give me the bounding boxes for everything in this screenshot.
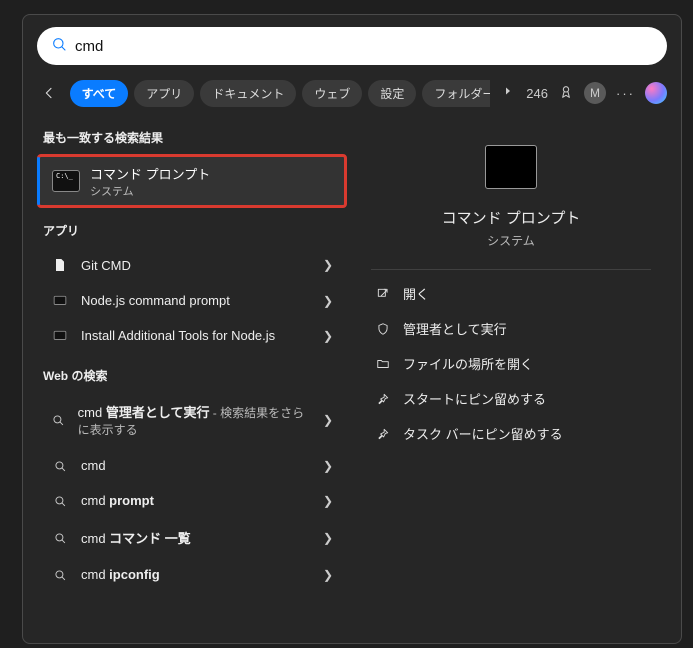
tab-overflow-next[interactable] xyxy=(498,84,518,102)
back-button[interactable] xyxy=(37,79,62,107)
copilot-icon[interactable] xyxy=(645,82,667,104)
action-label: ファイルの場所を開く xyxy=(403,354,533,373)
divider xyxy=(371,269,651,270)
web-label: cmd コマンド 一覧 xyxy=(81,528,191,547)
search-bar[interactable] xyxy=(37,27,667,65)
web-header: Web の検索 xyxy=(43,367,347,384)
chevron-right-icon: ❯ xyxy=(323,568,333,582)
best-match-title: コマンド プロンプト xyxy=(90,164,210,183)
pin-icon xyxy=(375,427,391,441)
app-label: Node.js command prompt xyxy=(81,293,230,308)
search-icon xyxy=(51,568,69,582)
apps-header: アプリ xyxy=(43,222,347,239)
open-icon xyxy=(375,287,391,301)
search-icon xyxy=(51,531,69,545)
chevron-right-icon: ❯ xyxy=(323,258,333,272)
tab-apps[interactable]: アプリ xyxy=(134,80,194,107)
web-item[interactable]: cmd 管理者として実行 - 検索結果をさらに表示する ❯ xyxy=(37,392,347,448)
best-match-subtitle: システム xyxy=(90,183,210,199)
preview-app-icon xyxy=(485,145,537,189)
action-run-admin[interactable]: 管理者として実行 xyxy=(371,311,651,346)
action-label: 管理者として実行 xyxy=(403,319,507,338)
chevron-right-icon: ❯ xyxy=(323,413,333,427)
best-match-item[interactable]: C:\_ コマンド プロンプト システム xyxy=(37,154,347,208)
filter-toolbar: すべて アプリ ドキュメント ウェブ 設定 フォルダー 写 246 M ··· xyxy=(37,79,667,107)
search-icon xyxy=(51,413,66,427)
web-item[interactable]: cmd ipconfig ❯ xyxy=(37,557,347,592)
action-open[interactable]: 開く xyxy=(371,276,651,311)
web-item[interactable]: cmd prompt ❯ xyxy=(37,483,347,518)
action-open-location[interactable]: ファイルの場所を開く xyxy=(371,346,651,381)
web-label: cmd 管理者として実行 - 検索結果をさらに表示する xyxy=(78,402,311,438)
chevron-right-icon: ❯ xyxy=(323,459,333,473)
search-icon xyxy=(51,459,69,473)
terminal-icon xyxy=(51,329,69,343)
search-icon xyxy=(51,36,67,57)
action-label: スタートにピン留めする xyxy=(403,389,546,408)
cmd-prompt-icon: C:\_ xyxy=(52,170,80,192)
terminal-icon xyxy=(51,294,69,308)
web-item[interactable]: cmd ❯ xyxy=(37,448,347,483)
action-label: タスク バーにピン留めする xyxy=(403,424,563,443)
web-item[interactable]: cmd コマンド 一覧 ❯ xyxy=(37,518,347,557)
points-count: 246 xyxy=(526,86,548,101)
web-label: cmd xyxy=(81,458,106,473)
action-pin-taskbar[interactable]: タスク バーにピン留めする xyxy=(371,416,651,451)
app-label: Install Additional Tools for Node.js xyxy=(81,328,275,343)
web-label: cmd prompt xyxy=(81,493,154,508)
tab-web[interactable]: ウェブ xyxy=(302,80,362,107)
app-item-git-cmd[interactable]: Git CMD ❯ xyxy=(37,247,347,283)
more-icon[interactable]: ··· xyxy=(616,86,635,101)
app-item-node-prompt[interactable]: Node.js command prompt ❯ xyxy=(37,283,347,318)
folder-icon xyxy=(375,357,391,371)
tab-settings[interactable]: 設定 xyxy=(368,80,416,107)
preview-subtitle: システム xyxy=(371,232,651,249)
app-label: Git CMD xyxy=(81,258,131,273)
app-item-node-tools[interactable]: Install Additional Tools for Node.js ❯ xyxy=(37,318,347,353)
account-avatar[interactable]: M xyxy=(584,82,606,104)
chevron-right-icon: ❯ xyxy=(323,494,333,508)
action-label: 開く xyxy=(403,284,429,303)
search-input[interactable] xyxy=(75,38,653,55)
rewards-icon[interactable] xyxy=(558,84,574,103)
chevron-right-icon: ❯ xyxy=(323,294,333,308)
best-match-header: 最も一致する検索結果 xyxy=(43,129,347,146)
search-icon xyxy=(51,494,69,508)
tab-documents[interactable]: ドキュメント xyxy=(200,80,296,107)
action-pin-start[interactable]: スタートにピン留めする xyxy=(371,381,651,416)
tab-all[interactable]: すべて xyxy=(70,80,129,107)
chevron-right-icon: ❯ xyxy=(323,329,333,343)
shield-icon xyxy=(375,322,391,336)
chevron-right-icon: ❯ xyxy=(323,531,333,545)
file-icon xyxy=(51,257,69,273)
tab-folders[interactable]: フォルダー xyxy=(422,80,490,107)
preview-title: コマンド プロンプト xyxy=(371,207,651,228)
pin-icon xyxy=(375,392,391,406)
web-label: cmd ipconfig xyxy=(81,567,160,582)
